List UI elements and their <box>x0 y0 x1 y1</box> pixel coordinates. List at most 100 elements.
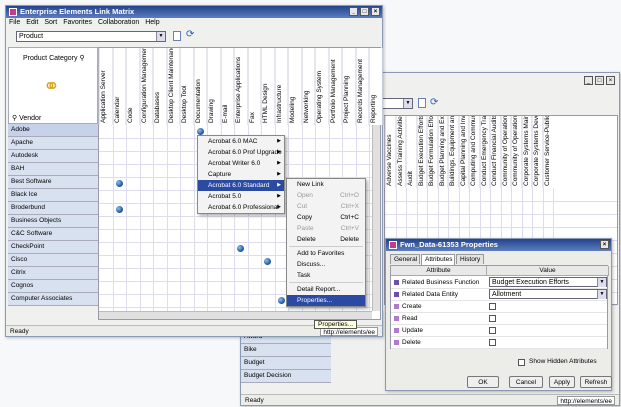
link-dot[interactable] <box>115 206 123 213</box>
menu-item[interactable]: Sort <box>44 19 57 26</box>
vendor-row[interactable]: Cognos <box>8 280 98 293</box>
column-header[interactable]: Databases <box>153 48 167 125</box>
refresh-icon[interactable]: ⟳ <box>430 97 438 108</box>
column-header[interactable]: Calendar <box>112 48 126 125</box>
attribute-checkbox[interactable] <box>489 327 496 334</box>
filter-icon[interactable]: ⚲ <box>79 55 84 62</box>
column-header[interactable]: Infrastructure <box>274 48 288 125</box>
column-header[interactable]: Capital Planning and Invest... <box>458 116 469 188</box>
ok-button[interactable]: OK <box>467 376 499 388</box>
column-header[interactable]: Modeling <box>288 48 302 125</box>
column-header[interactable]: Customer Service-Public <box>542 116 553 188</box>
column-header[interactable]: Conduct Financial Audits a... <box>490 116 501 188</box>
show-hidden-checkbox[interactable] <box>518 359 525 366</box>
column-header[interactable]: Adverse Vaccines <box>385 116 396 188</box>
column-header[interactable]: Configuration Management <box>139 48 153 125</box>
tab-general[interactable]: General <box>390 254 420 264</box>
minimize-button[interactable]: _ <box>584 76 593 85</box>
document-icon[interactable] <box>418 98 426 108</box>
attribute-checkbox[interactable] <box>489 339 496 346</box>
tab-attributes[interactable]: Attributes <box>421 254 455 265</box>
row-label[interactable]: Bike <box>241 344 331 357</box>
submenu-item[interactable]: Acrobat 5.0 ▶ <box>198 191 284 202</box>
context-menu-item[interactable]: Detail Report... <box>287 284 365 295</box>
context-menu-item[interactable]: Copy Ctrl+C <box>287 212 365 223</box>
column-header[interactable]: Corporate Systems Develo... <box>532 116 543 188</box>
context-menu-item[interactable]: Discuss... <box>287 259 365 270</box>
product-combo[interactable]: Product ▼ <box>16 31 166 42</box>
close-button[interactable]: × <box>606 76 615 85</box>
vendor-row[interactable]: Citrix <box>8 267 98 280</box>
column-header[interactable]: Enterprise Applications <box>234 48 248 125</box>
document-icon[interactable] <box>173 31 181 41</box>
column-header[interactable]: Drawing <box>207 48 221 125</box>
row-label[interactable]: Budget <box>241 357 331 370</box>
column-header[interactable]: Operating System <box>315 48 329 125</box>
vendor-row[interactable]: CheckPoint <box>8 241 98 254</box>
column-header[interactable]: Fax <box>247 48 261 125</box>
link-dot[interactable] <box>237 245 244 252</box>
column-header[interactable]: Conduct Emergency Trainin... <box>479 116 490 188</box>
menu-item[interactable]: Edit <box>26 19 38 26</box>
submenu-item[interactable]: Acrobat 6.0 Standard ▶ <box>198 180 284 191</box>
vendor-row[interactable]: Adobe <box>8 124 98 137</box>
menu-item[interactable]: Collaboration <box>98 19 139 26</box>
vendor-row[interactable]: Cisco <box>8 254 98 267</box>
column-header[interactable]: Documentation <box>193 48 207 125</box>
context-menu-item[interactable]: New Link <box>287 179 365 190</box>
submenu-item[interactable]: Capture ▶ <box>198 169 284 180</box>
vendor-row[interactable]: BAH <box>8 163 98 176</box>
context-menu-item[interactable]: Task <box>287 270 365 281</box>
column-header[interactable]: Corporate Systems Mainten... <box>521 116 532 188</box>
attribute-value[interactable]: Budget Execution Efforts ▼ <box>489 277 607 287</box>
vendor-row[interactable]: Broderbund <box>8 202 98 215</box>
menu-item[interactable]: Help <box>145 19 159 26</box>
submenu-item[interactable]: Acrobat 6.0 Prof Upgrade ▶ <box>198 147 284 158</box>
vendor-row[interactable]: C&C Software <box>8 228 98 241</box>
maximize-button[interactable]: □ <box>360 7 369 16</box>
cancel-button[interactable]: Cancel <box>509 376 543 388</box>
vendor-row[interactable]: Black Ice <box>8 189 98 202</box>
vendor-row[interactable]: Autodesk <box>8 150 98 163</box>
maximize-button[interactable]: □ <box>595 76 604 85</box>
column-header[interactable]: Project Planning <box>342 48 356 125</box>
vendor-row[interactable]: Business Objects <box>8 215 98 228</box>
column-header[interactable]: HTML Design <box>261 48 275 125</box>
refresh-button[interactable]: Refresh <box>580 376 612 388</box>
column-header[interactable]: Budget Planning and Execu... <box>437 116 448 188</box>
context-menu-item[interactable]: Cut Ctrl+X <box>287 201 365 212</box>
context-menu-item[interactable]: Add to Favorites <box>287 248 365 259</box>
context-menu-item[interactable]: Open Ctrl+O <box>287 190 365 201</box>
column-header[interactable]: Code <box>126 48 140 125</box>
column-header[interactable]: Desktop Tool <box>180 48 194 125</box>
link-dot[interactable] <box>277 297 285 304</box>
column-header[interactable]: Networking <box>301 48 315 125</box>
minimize-button[interactable]: _ <box>349 7 358 16</box>
attribute-value[interactable]: Allotment ▼ <box>489 289 607 299</box>
menu-item[interactable]: File <box>9 19 20 26</box>
column-header[interactable]: E-mail <box>220 48 234 125</box>
vendor-row[interactable]: Apache <box>8 137 98 150</box>
filter-icon[interactable]: ⚲ <box>12 115 17 122</box>
submenu-item[interactable]: Acrobat Writer 6.0 ▶ <box>198 158 284 169</box>
column-header[interactable]: Budget Formulation Efforts <box>427 116 438 188</box>
link-dot[interactable] <box>115 180 123 187</box>
attribute-checkbox[interactable] <box>489 315 496 322</box>
column-header[interactable]: Desktop Client Maintenance <box>166 48 180 125</box>
column-header[interactable]: Community of Operations-IT <box>511 116 522 188</box>
context-menu-item[interactable]: Paste Ctrl+V <box>287 223 365 234</box>
refresh-icon[interactable]: ⟳ <box>186 29 194 40</box>
menu-item[interactable]: Favorites <box>63 19 92 26</box>
column-header[interactable]: Application Server <box>99 48 113 125</box>
horizontal-scrollbar[interactable] <box>99 311 372 319</box>
column-header[interactable]: Reporting <box>369 48 383 125</box>
vertical-scrollbar[interactable] <box>372 125 380 311</box>
column-header[interactable]: Audit <box>406 116 417 188</box>
row-label[interactable]: Budget Decision <box>241 370 331 383</box>
attribute-checkbox[interactable] <box>489 303 496 310</box>
context-menu-item[interactable]: Delete Delete <box>287 234 365 245</box>
column-header[interactable]: Assess Training Activities <box>395 116 406 188</box>
column-header[interactable]: Records Management <box>355 48 369 125</box>
close-button[interactable]: × <box>371 7 380 16</box>
tab-history[interactable]: History <box>456 254 484 264</box>
